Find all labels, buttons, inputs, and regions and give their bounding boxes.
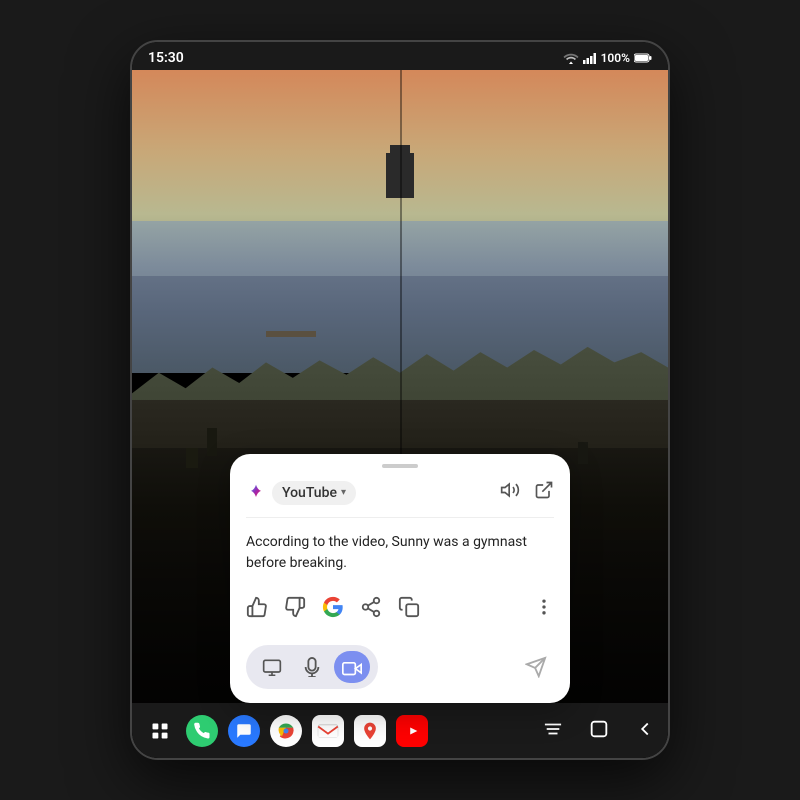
camera-button[interactable]: [334, 651, 370, 683]
input-buttons: [246, 645, 378, 689]
nav-controls: [542, 718, 656, 744]
screen-button[interactable]: [254, 651, 290, 683]
source-label: YouTube: [282, 485, 337, 501]
nav-bar: [132, 703, 668, 758]
google-search-icon[interactable]: [322, 596, 344, 623]
action-icons: [246, 596, 420, 623]
chrome-app-icon[interactable]: [270, 715, 302, 747]
panel-header-right: [500, 480, 554, 505]
more-options-icon[interactable]: [534, 597, 554, 622]
gmail-app-icon[interactable]: [312, 715, 344, 747]
maps-app-icon[interactable]: [354, 715, 386, 747]
mini-bldg-4: [578, 442, 588, 464]
status-bar: 15:30 100%: [132, 42, 668, 70]
chevron-down-icon: ▾: [341, 487, 346, 498]
messages-app-icon[interactable]: [228, 715, 260, 747]
panel-content: According to the video, Sunny was a gymn…: [230, 518, 570, 588]
apps-button[interactable]: [144, 715, 176, 747]
battery-icon: [634, 53, 652, 63]
app-dock: [144, 715, 428, 747]
phone-frame: 15:30 100%: [130, 40, 670, 760]
youtube-app-icon[interactable]: [396, 715, 428, 747]
home-button[interactable]: [588, 718, 610, 744]
volume-icon[interactable]: [500, 480, 520, 505]
source-selector[interactable]: YouTube ▾: [272, 481, 356, 505]
thumbs-up-icon[interactable]: [246, 596, 268, 623]
phone-inner: 15:30 100%: [132, 42, 668, 758]
send-button[interactable]: [518, 649, 554, 685]
pier: [266, 331, 316, 337]
signal-icon: [583, 52, 597, 64]
ai-panel: YouTube ▾: [230, 454, 570, 703]
time-display: 15:30: [148, 50, 184, 66]
copy-icon[interactable]: [398, 596, 420, 623]
wifi-icon: [563, 52, 579, 64]
status-icons: 100%: [563, 51, 652, 65]
gemini-star-icon: [246, 483, 266, 503]
back-button[interactable]: [634, 718, 656, 744]
recent-apps-button[interactable]: [542, 720, 564, 742]
ai-response-text: According to the video, Sunny was a gymn…: [246, 532, 554, 574]
video-area: YouTube ▾: [132, 70, 668, 758]
thumbs-down-icon[interactable]: [284, 596, 306, 623]
panel-header: YouTube ▾: [230, 480, 570, 517]
panel-handle[interactable]: [382, 464, 418, 468]
share-icon[interactable]: [360, 596, 382, 623]
action-row: [230, 588, 570, 637]
panel-header-left: YouTube ▾: [246, 481, 356, 505]
open-external-icon[interactable]: [534, 480, 554, 505]
mic-button[interactable]: [294, 651, 330, 683]
battery-display: 100%: [601, 51, 630, 65]
phone-app-icon[interactable]: [186, 715, 218, 747]
mini-bldg-1: [186, 448, 198, 468]
mini-bldg-2: [207, 428, 217, 456]
panel-footer: [230, 637, 570, 703]
